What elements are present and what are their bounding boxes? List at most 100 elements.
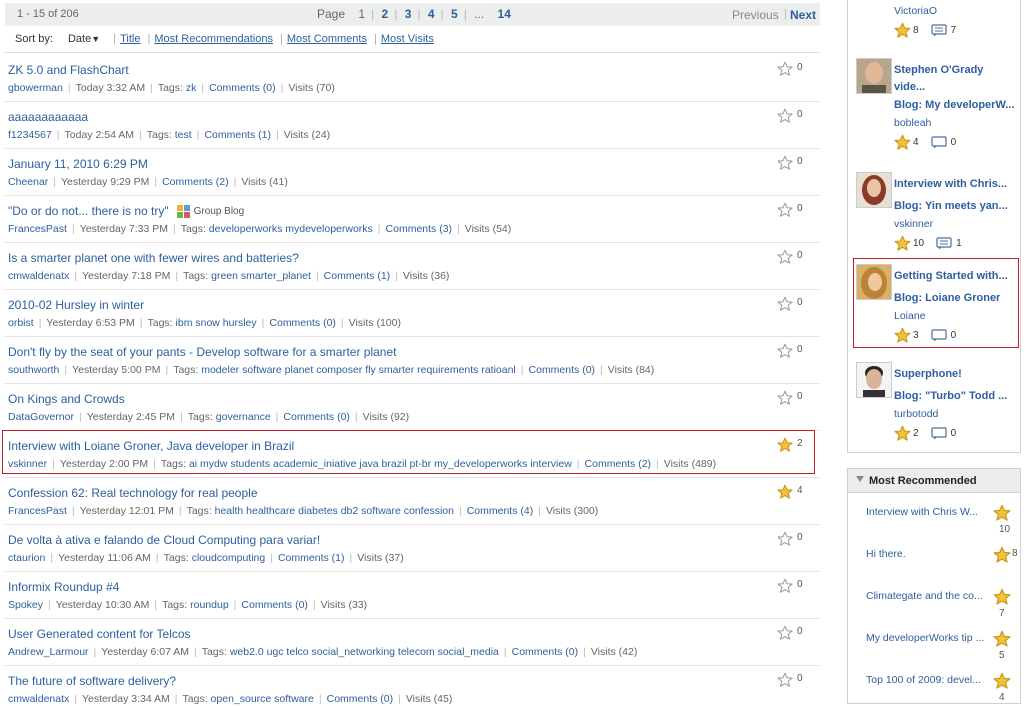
sort-title-link[interactable]: Title — [120, 33, 140, 45]
recommend-star-icon[interactable] — [777, 484, 795, 502]
entry-title-link[interactable]: ZK 5.0 and FlashChart — [8, 63, 129, 77]
activity-user-link[interactable]: turbotodd — [894, 408, 938, 420]
activity-user-link[interactable]: VictoriaO — [894, 5, 937, 17]
avatar[interactable] — [856, 58, 892, 94]
entry-title-link[interactable]: Confession 62: Real technology for real … — [8, 486, 258, 500]
activity-blog-link[interactable]: Blog: My developerW... — [894, 99, 1014, 111]
entry-tags[interactable]: roundup — [190, 599, 229, 611]
entry-tags[interactable]: governance — [216, 411, 271, 423]
entry-comments-link[interactable]: Comments (0) — [283, 411, 350, 423]
sort-date-dropdown[interactable]: Date▼ — [68, 33, 100, 45]
page-4-link[interactable]: 4 — [428, 7, 435, 21]
entry-comments-link[interactable]: Comments (1) — [278, 552, 345, 564]
recommend-star-icon[interactable] — [777, 531, 795, 549]
page-2-link[interactable]: 2 — [382, 7, 389, 21]
recommend-star-icon[interactable] — [777, 155, 795, 173]
activity-title-link[interactable]: Stephen O'Grady — [894, 64, 983, 76]
entry-comments-link[interactable]: Comments (0) — [512, 646, 579, 658]
entry-title-link[interactable]: Informix Roundup #4 — [8, 580, 119, 594]
page-last-link[interactable]: 14 — [498, 7, 511, 21]
entry-author-link[interactable]: Spokey — [8, 599, 43, 611]
entry-tags[interactable]: web2.0 ugc telco social_networking telec… — [230, 646, 499, 658]
entry-tags[interactable]: test — [175, 129, 192, 141]
sort-visits-link[interactable]: Most Visits — [381, 33, 434, 45]
entry-title-link[interactable]: January 11, 2010 6:29 PM — [8, 157, 148, 171]
entry-tags[interactable]: open_source software — [211, 693, 314, 705]
entry-tags[interactable]: developerworks mydeveloperworks — [209, 223, 373, 235]
entry-author-link[interactable]: Andrew_Larmour — [8, 646, 89, 658]
entry-comments-link[interactable]: Comments (0) — [209, 82, 276, 94]
entry-comments-link[interactable]: Comments (0) — [327, 693, 394, 705]
entry-title-link[interactable]: 2010-02 Hursley in winter — [8, 298, 144, 312]
recommend-star-icon[interactable] — [777, 625, 795, 643]
most-recommended-count: 7 — [999, 608, 1005, 619]
entry-tags[interactable]: cloudcomputing — [192, 552, 266, 564]
entry-author-link[interactable]: DataGovernor — [8, 411, 74, 423]
recommend-star-icon[interactable] — [777, 578, 795, 596]
most-recommended-link[interactable]: My developerWorks tip ... — [866, 632, 984, 644]
recommend-star-icon[interactable] — [777, 672, 795, 690]
activity-title-link[interactable]: Superphone! — [894, 368, 962, 380]
entry-comments-link[interactable]: Comments (3) — [386, 223, 453, 235]
entry-author-link[interactable]: cmwaldenatx — [8, 270, 69, 282]
recommend-star-icon[interactable] — [777, 343, 795, 361]
most-recommended-link[interactable]: Interview with Chris W... — [866, 506, 978, 518]
entry-title-link[interactable]: Is a smarter planet one with fewer wires… — [8, 251, 299, 265]
entry-title-link[interactable]: Don't fly by the seat of your pants - De… — [8, 345, 396, 359]
sort-comments-link[interactable]: Most Comments — [287, 33, 367, 45]
page-5-link[interactable]: 5 — [451, 7, 458, 21]
recommend-star-icon[interactable] — [777, 296, 795, 314]
entry-tags[interactable]: green smarter_planet — [211, 270, 311, 282]
most-recommended-link[interactable]: Climategate and the co... — [866, 590, 983, 602]
entry-author-link[interactable]: gbowerman — [8, 82, 63, 94]
comment-icon — [936, 237, 952, 250]
activity-blog-link[interactable]: Blog: Yin meets yan... — [894, 200, 1008, 212]
entry-title-link[interactable]: "Do or do not... there is no try" — [8, 204, 169, 218]
entry-comments-link[interactable]: Comments (1) — [324, 270, 391, 282]
entry-title-link[interactable]: The future of software delivery? — [8, 674, 176, 688]
entry-tags[interactable]: health healthcare diabetes db2 software … — [215, 505, 454, 517]
entry-author-link[interactable]: Cheenar — [8, 176, 48, 188]
page-3-link[interactable]: 3 — [405, 7, 412, 21]
entry-comments-link[interactable]: Comments (1) — [204, 129, 271, 141]
entry-author-link[interactable]: f1234567 — [8, 129, 52, 141]
avatar[interactable] — [856, 172, 892, 208]
entry-comments-link[interactable]: Comments (2) — [162, 176, 229, 188]
entry-title-link[interactable]: aaaaaaaaaaaa — [8, 110, 88, 124]
activity-user-link[interactable]: vskinner — [894, 218, 933, 230]
entry-author-link[interactable]: orbist — [8, 317, 34, 329]
activity-title-link[interactable]: Interview with Chris... — [894, 178, 1007, 190]
entry-title-link[interactable]: De volta à ativa e falando de Cloud Comp… — [8, 533, 320, 547]
activity-user-link[interactable]: bobleah — [894, 117, 931, 129]
recommend-star-icon[interactable] — [777, 61, 795, 79]
entry-author-link[interactable]: FrancesPast — [8, 223, 67, 235]
next-link[interactable]: Next — [790, 8, 816, 22]
most-recommended-link[interactable]: Top 100 of 2009: devel... — [866, 674, 981, 686]
entry-author-link[interactable]: cmwaldenatx — [8, 693, 69, 705]
entry-comments-link[interactable]: Comments (4) — [467, 505, 534, 517]
recommend-star-icon[interactable] — [777, 390, 795, 408]
activity-blog-link[interactable]: Blog: "Turbo" Todd ... — [894, 390, 1007, 402]
recommend-star-icon[interactable] — [777, 249, 795, 267]
recommend-star-icon[interactable] — [777, 202, 795, 220]
entry-tags[interactable]: ibm snow hursley — [176, 317, 257, 329]
entry-author-link[interactable]: southworth — [8, 364, 59, 376]
recommend-star-icon[interactable] — [777, 108, 795, 126]
entry-comments-link[interactable]: Comments (0) — [529, 364, 596, 376]
activity-title-cont[interactable]: vide... — [894, 81, 925, 93]
entry-tags[interactable]: modeler software planet composer fly sma… — [201, 364, 516, 376]
recommend-star-icon — [993, 630, 1011, 651]
most-recommended-link[interactable]: Hi there. — [866, 548, 906, 560]
entry-comments-link[interactable]: Comments (0) — [241, 599, 308, 611]
most-recommended-header[interactable]: Most Recommended — [848, 469, 1020, 493]
entry-tags[interactable]: zk — [186, 82, 197, 94]
recommend-count: 0 — [797, 391, 803, 402]
avatar[interactable] — [856, 362, 892, 398]
entry-title-link[interactable]: On Kings and Crowds — [8, 392, 125, 406]
sort-recommendations-link[interactable]: Most Recommendations — [154, 33, 273, 45]
entry-title-link[interactable]: User Generated content for Telcos — [8, 627, 191, 641]
activity-comment-count: 7 — [950, 25, 957, 37]
entry-author-link[interactable]: FrancesPast — [8, 505, 67, 517]
entry-comments-link[interactable]: Comments (0) — [269, 317, 336, 329]
entry-author-link[interactable]: ctaurion — [8, 552, 45, 564]
